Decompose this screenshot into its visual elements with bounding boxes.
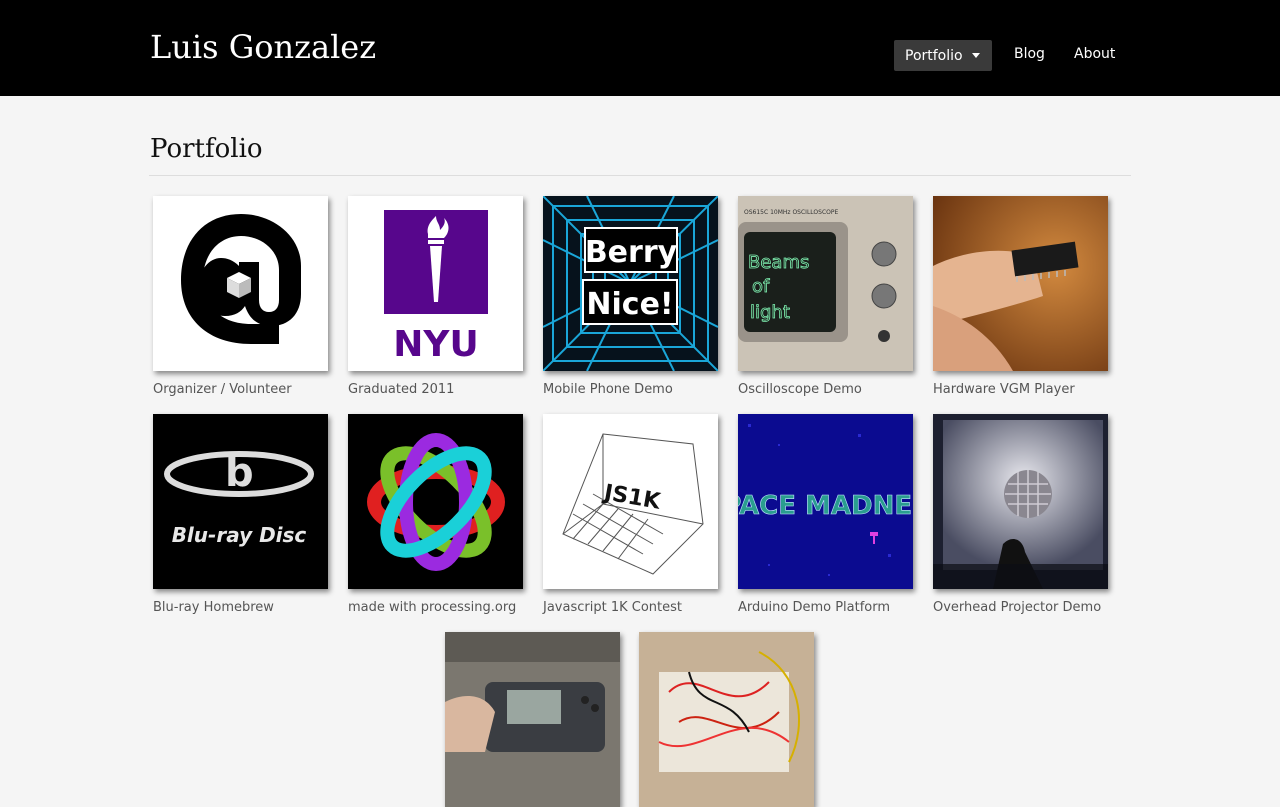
chevron-down-icon[interactable] — [971, 53, 980, 58]
nice-text: Nice! — [586, 287, 673, 322]
page-title: Portfolio — [150, 134, 263, 164]
portfolio-item-processing-caption[interactable]: made with processing.org — [348, 599, 516, 617]
portfolio-item-vgm-caption[interactable]: Hardware VGM Player — [933, 381, 1075, 399]
oscilloscope-photo: OS615C 10MHz OSCILLOSCOPE Beams of light — [738, 196, 913, 371]
portfolio-item-berry-image[interactable]: Berry Nice! — [543, 196, 718, 371]
portfolio-item-vgm-image[interactable] — [933, 196, 1108, 371]
portfolio-item-arduino-caption[interactable]: Arduino Demo Platform — [738, 599, 890, 617]
space-madness-graphic: SPACE MADNESS — [738, 414, 913, 589]
beams-text: Beams — [748, 252, 809, 273]
site-title-link[interactable]: Luis Gonzalez — [150, 28, 376, 66]
portfolio-item-projector-image[interactable] — [933, 414, 1108, 589]
portfolio-item-arduino-image[interactable]: SPACE MADNESS — [738, 414, 913, 589]
portfolio-item-js1k-caption[interactable]: Javascript 1K Contest — [543, 599, 682, 617]
nyu-logo-text: NYU — [393, 324, 478, 365]
chip-photo — [933, 196, 1108, 371]
portfolio-item-mobile-demo-caption[interactable]: Mobile Phone Demo — [543, 381, 673, 399]
portfolio-dropdown[interactable]: Portfolio — [894, 40, 992, 71]
portfolio-item-projector-caption[interactable]: Overhead Projector Demo — [933, 599, 1101, 617]
scope-label: OS615C 10MHz OSCILLOSCOPE — [744, 209, 838, 216]
light-text: light — [750, 302, 790, 323]
portfolio-item-processing-image[interactable] — [348, 414, 523, 589]
space-madness-text: SPACE MADNESS — [738, 491, 913, 521]
bluray-text: Blu-ray Disc — [172, 523, 307, 547]
nav-blog-link[interactable]: Blog — [1014, 46, 1045, 62]
nyu-logo: NYU — [384, 210, 488, 365]
portfolio-item-nyu-caption[interactable]: Graduated 2011 — [348, 381, 454, 399]
projector-photo — [933, 414, 1108, 589]
berry-text: Berry — [585, 235, 678, 270]
at-sign-icon — [181, 214, 301, 344]
svg-text:b: b — [225, 450, 254, 496]
tunnel-graphic: Berry Nice! — [543, 196, 718, 371]
site-header: Luis Gonzalez Portfolio Blog About — [0, 0, 1280, 96]
nav-about-link[interactable]: About — [1074, 46, 1115, 62]
portfolio-item-oscilloscope-caption[interactable]: Oscilloscope Demo — [738, 381, 862, 399]
of-text: of — [752, 276, 770, 297]
portfolio-item-js1k-image[interactable]: JS1K — [543, 414, 718, 589]
bluray-logo: b Blu-ray Disc — [164, 450, 314, 547]
js1k-graphic: JS1K — [562, 433, 704, 575]
portfolio-item-nyu-image[interactable]: NYU — [348, 196, 523, 371]
portfolio-item-oscilloscope-image[interactable]: OS615C 10MHz OSCILLOSCOPE Beams of light — [738, 196, 913, 371]
divider — [149, 175, 1131, 176]
portfolio-item-bluray-caption[interactable]: Blu-ray Homebrew — [153, 599, 274, 617]
portfolio-item-organizer-caption[interactable]: Organizer / Volunteer — [153, 381, 292, 399]
js1k-text: JS1K — [600, 480, 663, 515]
main-nav: Portfolio Blog About — [894, 40, 1115, 71]
portfolio-item-bluray-image[interactable]: b Blu-ray Disc — [153, 414, 328, 589]
nav-portfolio-link[interactable]: Portfolio — [905, 48, 963, 64]
torus-graphic — [367, 433, 505, 571]
portfolio-item-organizer-image[interactable] — [153, 196, 328, 371]
